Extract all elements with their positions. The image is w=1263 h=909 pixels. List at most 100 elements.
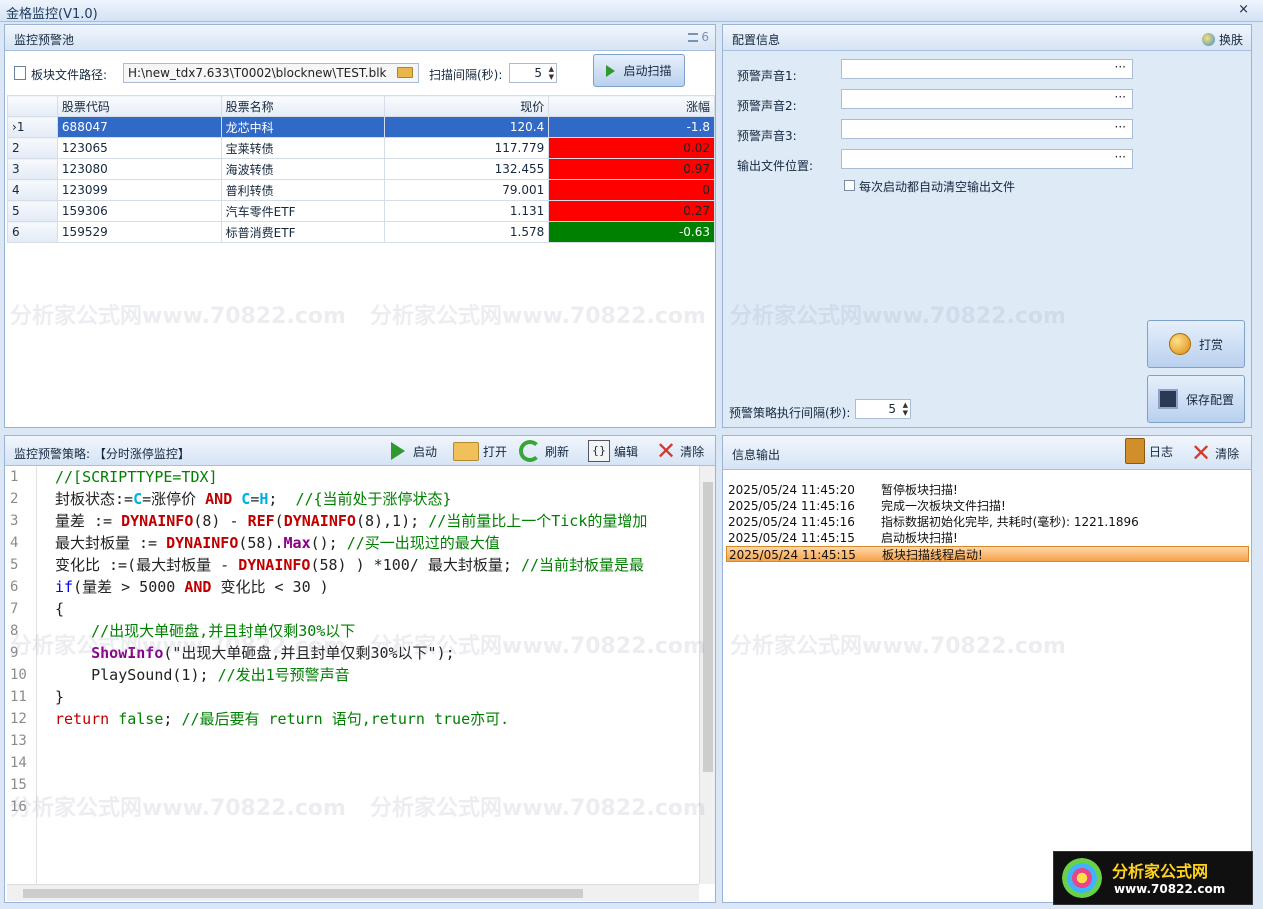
refresh-button[interactable]: 刷新 [519, 440, 569, 462]
cell-code[interactable]: 123065 [56, 137, 222, 159]
interval-spinner[interactable]: 5 ▲ ▼ [509, 63, 557, 83]
scrollbar-thumb[interactable] [703, 482, 713, 772]
code-vertical-scrollbar[interactable] [699, 466, 715, 884]
cell-change[interactable]: 0.97 [548, 158, 715, 180]
sound3-input[interactable]: ··· [841, 119, 1133, 139]
cell-name[interactable]: 汽车零件ETF [220, 200, 386, 222]
cell-price[interactable]: 1.131 [384, 200, 550, 222]
sound2-input[interactable]: ··· [841, 89, 1133, 109]
logo-cn-text: 分析家公式网 [1112, 862, 1209, 881]
sound1-input[interactable]: ··· [841, 59, 1133, 79]
table-row[interactable]: 3 123080 海波转债 132.455 0.97 [7, 158, 715, 180]
code-lines[interactable]: //[SCRIPTTYPE=TDX] 封板状态:=C=涨停价 AND C=H; … [55, 466, 700, 730]
log-message: 暂停板块扫描! [881, 483, 958, 497]
code-token: 封板状态:= [55, 490, 134, 508]
close-icon[interactable]: × [1238, 2, 1249, 17]
cell-name[interactable]: 龙芯中科 [220, 116, 386, 138]
row-header[interactable]: 3 [7, 158, 58, 180]
spin-arrows-icon[interactable]: ▲ ▼ [549, 65, 554, 81]
output-input[interactable]: ··· [841, 149, 1133, 169]
strategy-interval-label: 预警策略执行间隔(秒): [729, 406, 851, 420]
pool-panel: 监控预警池 6 板块文件路径: H:\new_tdx7.633\T0002\bl… [4, 24, 716, 428]
info-clear-button[interactable]: ✕ 清除 [1191, 441, 1239, 465]
log-entry-selected[interactable]: 2025/05/24 11:45:15 板块扫描线程启动! [726, 546, 1249, 562]
cell-name[interactable]: 普利转债 [220, 179, 386, 201]
spin-arrows-icon[interactable]: ▲ ▼ [903, 401, 908, 417]
cell-code[interactable]: 159306 [56, 200, 222, 222]
cell-code[interactable]: 123099 [56, 179, 222, 201]
code-comment: //当前量比上一个Tick的量增加 [428, 512, 648, 530]
table-row[interactable]: 6 159529 标普消费ETF 1.578 -0.63 [7, 221, 715, 243]
cell-name[interactable]: 海波转债 [220, 158, 386, 180]
strategy-start-button[interactable]: 启动 [391, 440, 437, 462]
code-token: C [133, 490, 143, 508]
row-header[interactable]: 6 [7, 221, 58, 243]
code-line: 封板状态:=C=涨停价 AND C=H; //{当前处于涨停状态} [55, 488, 700, 510]
auto-clear-checkbox[interactable] [844, 180, 855, 191]
code-comment: //[SCRIPTTYPE=TDX] [55, 468, 218, 486]
skin-button[interactable]: 换肤 [1201, 28, 1243, 50]
cell-code[interactable]: 688047 [56, 116, 222, 138]
row-header[interactable]: 5 [7, 200, 58, 222]
strategy-clear-button[interactable]: ✕ 清除 [656, 439, 704, 463]
strategy-interval-spinner[interactable]: 5 ▲ ▼ [855, 399, 911, 419]
save-config-button[interactable]: 保存配置 [1147, 375, 1245, 423]
col-header-change[interactable]: 涨幅 [548, 95, 715, 117]
browse-icon[interactable]: ··· [1115, 150, 1126, 164]
col-header-code[interactable]: 股票代码 [56, 95, 222, 117]
col-header-price[interactable]: 现价 [384, 95, 550, 117]
log-list[interactable]: 2025/05/24 11:45:20 暂停板块扫描! 2025/05/24 11… [726, 482, 1249, 562]
col-header-name[interactable]: 股票名称 [220, 95, 386, 117]
table-row[interactable]: 4 123099 普利转债 79.001 0 [7, 179, 715, 201]
log-entry[interactable]: 2025/05/24 11:45:20 暂停板块扫描! [726, 482, 1249, 498]
code-horizontal-scrollbar[interactable] [7, 884, 699, 901]
code-line: //出现大单砸盘,并且封单仅剩30%以下 [55, 620, 700, 642]
browse-icon[interactable]: ··· [1115, 120, 1126, 134]
cell-price[interactable]: 120.4 [384, 116, 550, 138]
path-label: 板块文件路径: [31, 68, 108, 82]
row-header[interactable]: 4 [7, 179, 58, 201]
code-token: (8),1); [355, 512, 429, 530]
log-entry[interactable]: 2025/05/24 11:45:16 指标数据初始化完毕, 共耗时(毫秒): 1… [726, 514, 1249, 530]
list-icon[interactable]: 6 [687, 30, 709, 44]
cell-name[interactable]: 标普消费ETF [220, 221, 386, 243]
cell-change[interactable]: 0.02 [548, 137, 715, 159]
table-row[interactable]: 2 123065 宝莱转债 117.779 0.02 [7, 137, 715, 159]
row-header[interactable]: 2 [7, 137, 58, 159]
browse-icon[interactable]: ··· [1115, 90, 1126, 104]
config-title: 配置信息 [732, 33, 781, 47]
scrollbar-thumb[interactable] [23, 889, 583, 898]
browse-icon[interactable]: ··· [1115, 60, 1126, 74]
code-editor[interactable]: 1 2 3 4 5 6 7 8 9 10 11 12 13 14 15 16 /… [7, 466, 700, 884]
cell-code[interactable]: 159529 [56, 221, 222, 243]
log-entry[interactable]: 2025/05/24 11:45:15 启动板块扫描! [726, 530, 1249, 546]
strategy-interval-value: 5 [888, 402, 896, 416]
reward-button[interactable]: 打赏 [1147, 320, 1245, 368]
line-number-gutter: 1 2 3 4 5 6 7 8 9 10 11 12 13 14 15 16 [7, 466, 37, 884]
line-number: 11 [10, 689, 27, 705]
start-scan-button[interactable]: 启动扫描 [593, 54, 685, 87]
open-button[interactable]: 打开 [453, 440, 507, 462]
cell-change[interactable]: 0.27 [548, 200, 715, 222]
table-row[interactable]: ›1 688047 龙芯中科 120.4 -1.8 [7, 116, 715, 138]
cell-price[interactable]: 79.001 [384, 179, 550, 201]
folder-icon[interactable] [397, 67, 413, 78]
row-header[interactable]: ›1 [7, 116, 58, 138]
cell-code[interactable]: 123080 [56, 158, 222, 180]
cell-change[interactable]: 0 [548, 179, 715, 201]
cell-change[interactable]: -1.8 [548, 116, 715, 138]
log-button[interactable]: 日志 [1125, 438, 1173, 464]
cell-price[interactable]: 117.779 [384, 137, 550, 159]
corner-cell [7, 95, 58, 117]
table-row[interactable]: 5 159306 汽车零件ETF 1.131 0.27 [7, 200, 715, 222]
config-panel: 配置信息 换肤 预警声音1: ··· 预警声音2: ··· 预警声音3: ···… [722, 24, 1252, 428]
block-path-input[interactable]: H:\new_tdx7.633\T0002\blocknew\TEST.blk [123, 63, 419, 83]
cell-name[interactable]: 宝莱转债 [220, 137, 386, 159]
cell-price[interactable]: 132.455 [384, 158, 550, 180]
edit-button[interactable]: {} 编辑 [588, 440, 638, 462]
cell-change[interactable]: -0.63 [548, 221, 715, 243]
line-number: 5 [10, 557, 19, 573]
cell-price[interactable]: 1.578 [384, 221, 550, 243]
log-entry[interactable]: 2025/05/24 11:45:16 完成一次板块文件扫描! [726, 498, 1249, 514]
